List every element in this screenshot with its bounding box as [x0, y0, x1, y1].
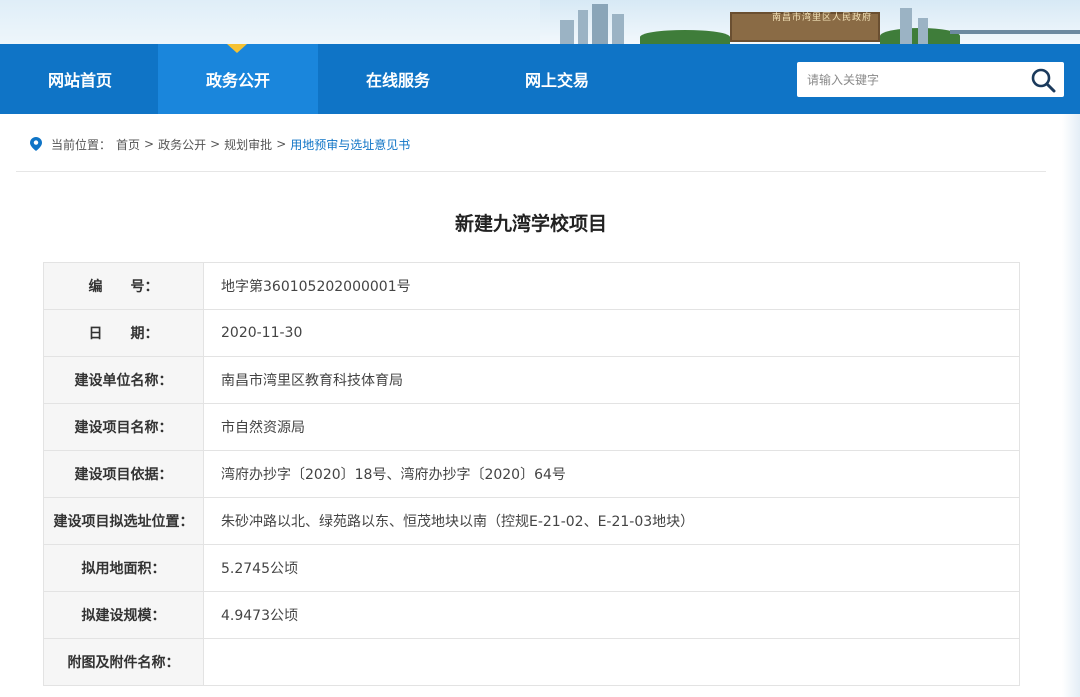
row-label-project-basis: 建设项目依据：: [43, 450, 204, 498]
banner-building: [900, 8, 912, 44]
table-row: 建设项目依据： 湾府办抄字〔2020〕18号、湾府办抄字〔2020〕64号: [43, 450, 1020, 498]
page-title: 新建九湾学校项目: [454, 213, 607, 235]
nav-item-gov-affairs[interactable]: 政务公开: [158, 44, 318, 114]
breadcrumb-home[interactable]: 首页: [116, 136, 140, 153]
row-label-land-area: 拟用地面积：: [43, 544, 204, 592]
row-value-builder-unit: 南昌市湾里区教育科技体育局: [203, 356, 1020, 404]
row-label-number: 编 号：: [43, 262, 204, 310]
nav-item-home[interactable]: 网站首页: [0, 44, 160, 114]
row-value-land-area: 5.2745公顷: [203, 544, 1020, 592]
banner-building: [918, 18, 928, 44]
row-label-builder-unit: 建设单位名称：: [43, 356, 204, 404]
table-row: 日 期： 2020-11-30: [43, 309, 1020, 357]
breadcrumb-current[interactable]: 用地预审与选址意见书: [290, 136, 410, 153]
banner-bridge: [950, 30, 1080, 34]
search-icon[interactable]: [1030, 67, 1056, 93]
table-row: 建设项目拟选址位置： 朱砂冲路以北、绿苑路以东、恒茂地块以南（控规E-21-02…: [43, 497, 1020, 545]
table-row: 附图及附件名称：: [43, 638, 1020, 686]
table-row: 建设项目名称： 市自然资源局: [43, 403, 1020, 451]
page-edge-shadow: [1062, 114, 1080, 697]
table-row: 建设单位名称： 南昌市湾里区教育科技体育局: [43, 356, 1020, 404]
location-pin-icon: [30, 137, 42, 151]
banner-building: [592, 4, 608, 44]
project-info-table: 编 号： 地字第360105202000001号 日 期： 2020-11-30…: [43, 262, 1020, 686]
banner-trees: [640, 30, 730, 44]
row-value-attachments: [203, 638, 1020, 686]
banner-building: [612, 14, 624, 44]
row-label-build-scale: 拟建设规模：: [43, 591, 204, 639]
banner-building: [560, 20, 574, 44]
row-value-date: 2020-11-30: [203, 309, 1020, 357]
header-banner: 南昌市湾里区人民政府: [0, 0, 1080, 44]
table-row: 拟用地面积： 5.2745公顷: [43, 544, 1020, 592]
banner-building: [578, 10, 588, 44]
row-value-project-name: 市自然资源局: [203, 403, 1020, 451]
breadcrumb-divider: [16, 171, 1046, 172]
row-value-number: 地字第360105202000001号: [203, 262, 1020, 310]
breadcrumb-gov-affairs[interactable]: 政务公开: [158, 136, 206, 153]
banner-gate-text: 南昌市湾里区人民政府: [772, 13, 873, 23]
active-nav-caret: [227, 44, 247, 53]
row-value-project-basis: 湾府办抄字〔2020〕18号、湾府办抄字〔2020〕64号: [203, 450, 1020, 498]
table-row: 拟建设规模： 4.9473公顷: [43, 591, 1020, 639]
table-row: 编 号： 地字第360105202000001号: [43, 262, 1020, 310]
search-box: [797, 62, 1064, 97]
nav-item-online-trade[interactable]: 网上交易: [477, 44, 637, 114]
row-label-project-name: 建设项目名称：: [43, 403, 204, 451]
search-input[interactable]: [797, 62, 1022, 97]
breadcrumb-separator: >: [210, 137, 221, 151]
row-label-date: 日 期：: [43, 309, 204, 357]
breadcrumb-separator: >: [144, 137, 155, 151]
breadcrumb-prefix: 当前位置：: [51, 137, 112, 152]
row-label-site-location: 建设项目拟选址位置：: [43, 497, 204, 545]
breadcrumb-planning-approval[interactable]: 规划审批: [224, 136, 272, 153]
nav-item-online-service[interactable]: 在线服务: [318, 44, 478, 114]
breadcrumb: 当前位置： 首页 > 政务公开 > 规划审批 > 用地预审与选址意见书: [30, 135, 410, 153]
row-value-build-scale: 4.9473公顷: [203, 591, 1020, 639]
breadcrumb-separator: >: [276, 137, 287, 151]
row-label-attachments: 附图及附件名称：: [43, 638, 204, 686]
row-value-site-location: 朱砂冲路以北、绿苑路以东、恒茂地块以南（控规E-21-02、E-21-03地块）: [203, 497, 1020, 545]
